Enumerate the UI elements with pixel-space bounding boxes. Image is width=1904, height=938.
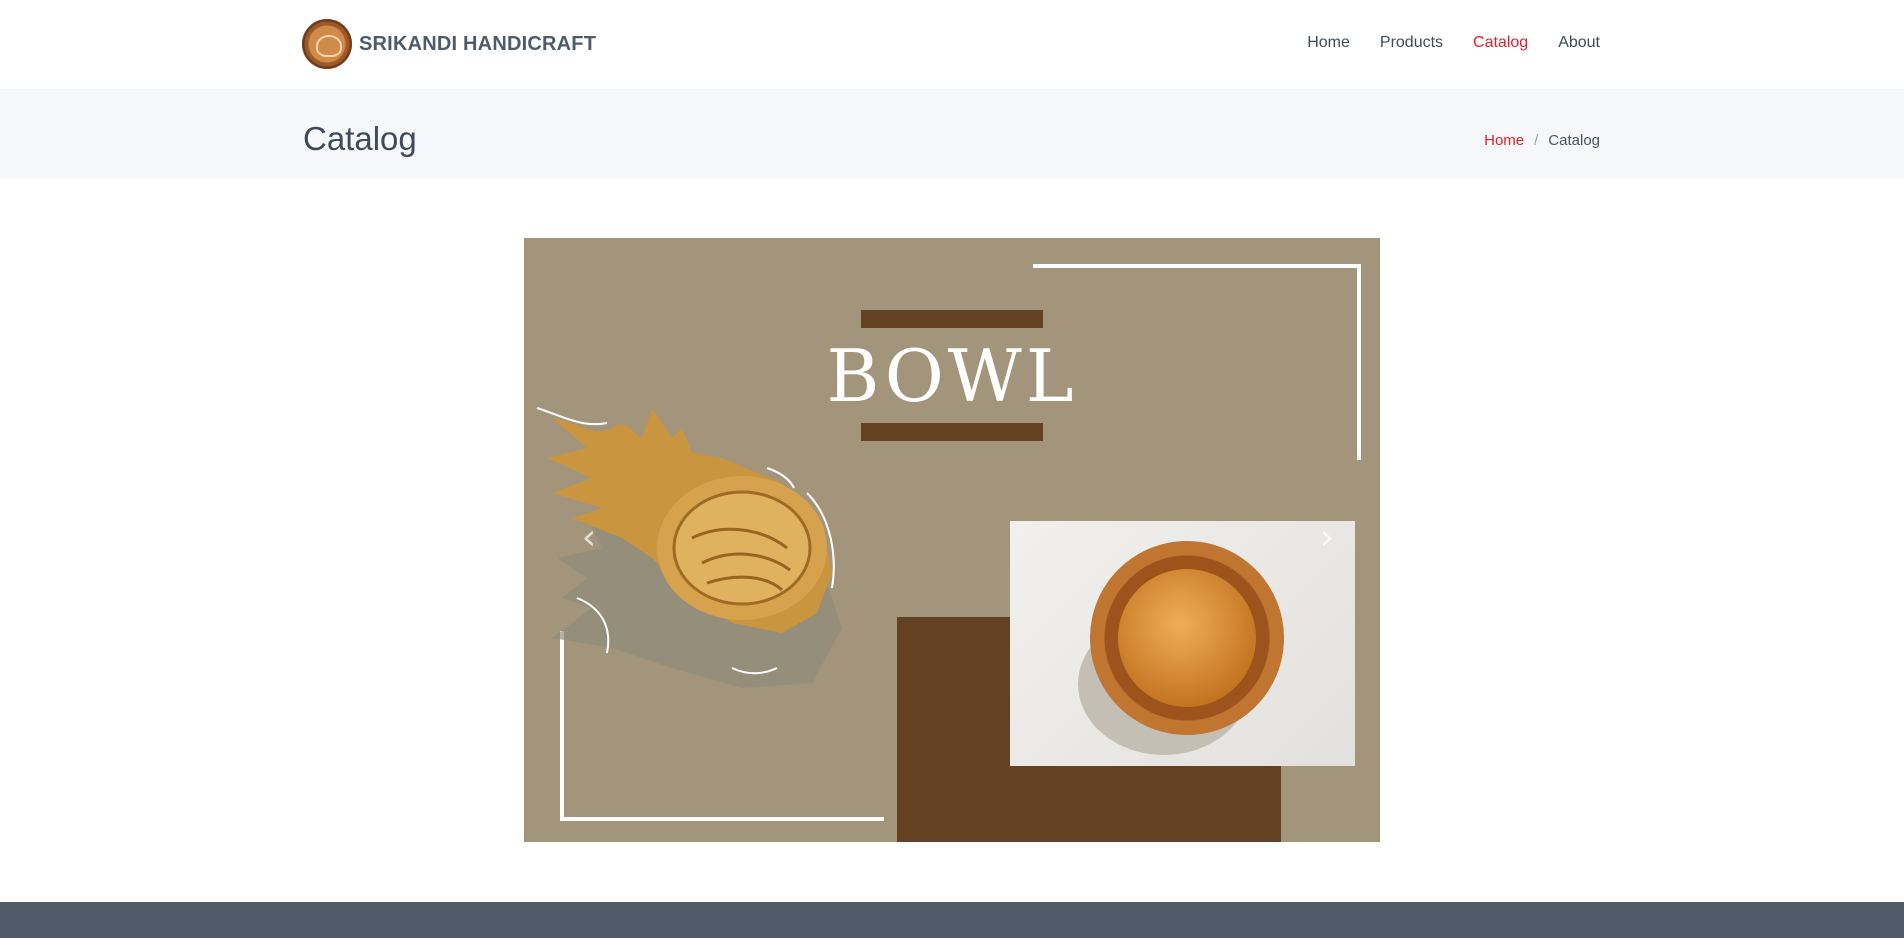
nav-products[interactable]: Products: [1380, 34, 1443, 52]
page-title: Catalog: [303, 120, 417, 157]
brand-logo-icon: [302, 19, 352, 69]
chevron-right-icon[interactable]: ›: [1312, 518, 1342, 558]
top-navbar: SRIKANDI HANDICRAFT Home Products Catalo…: [0, 0, 1904, 89]
title-bar-top: [861, 310, 1043, 328]
wooden-bowl-photo: [1010, 521, 1355, 766]
page-header: [0, 89, 1904, 178]
footer: [0, 902, 1904, 938]
nav-catalog[interactable]: Catalog: [1473, 34, 1528, 52]
bowl-interior: [1118, 569, 1256, 707]
nav-home[interactable]: Home: [1307, 34, 1350, 52]
breadcrumb-home-link[interactable]: Home: [1484, 132, 1524, 149]
chevron-left-icon[interactable]: ‹: [574, 518, 604, 558]
breadcrumb-current: Catalog: [1548, 132, 1600, 149]
breadcrumb-separator: /: [1534, 132, 1539, 149]
catalog-carousel-slide: BOWL ‹ ›: [524, 238, 1380, 842]
brand-link[interactable]: SRIKANDI HANDICRAFT: [302, 18, 596, 70]
main-nav: Home Products Catalog About: [1307, 34, 1600, 52]
brand-name: SRIKANDI HANDICRAFT: [359, 32, 597, 55]
breadcrumb: Home / Catalog: [1484, 132, 1600, 149]
nav-about[interactable]: About: [1558, 34, 1600, 52]
